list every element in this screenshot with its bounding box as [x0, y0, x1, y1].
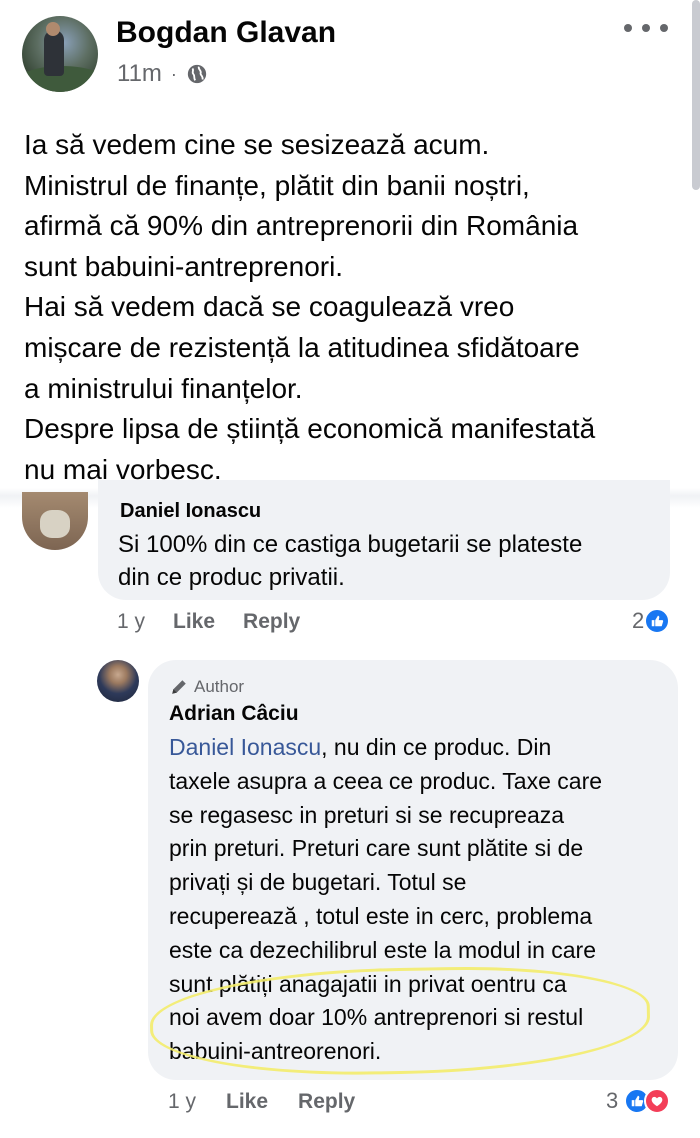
comment-line: din ce produc privatii.	[118, 564, 345, 591]
post-text: Ia să vedem cine se sesizează acum. Mini…	[24, 125, 694, 490]
more-options-icon[interactable]	[624, 20, 668, 36]
mention-link[interactable]: Daniel Ionascu	[169, 734, 321, 760]
commenter-avatar[interactable]	[22, 492, 88, 550]
reply-button[interactable]: Reply	[243, 610, 300, 634]
reply-actions: 1 y Like Reply	[168, 1090, 385, 1114]
post-line: Ministrul de finanțe, plătit din banii n…	[24, 169, 530, 201]
post-meta: 11m ·	[117, 60, 208, 88]
author-avatar[interactable]	[22, 16, 98, 92]
post-line: Ia să vedem cine se sesizează acum.	[24, 129, 490, 160]
reply-button[interactable]: Reply	[298, 1090, 355, 1114]
comment-line: Si 100% din ce castiga bugetarii se plat…	[118, 531, 583, 558]
reply-first-line-rest: , nu din ce produc. Din	[321, 734, 552, 760]
post-author-name[interactable]: Bogdan Glavan	[116, 16, 336, 50]
reply-reaction-summary[interactable]: 3	[606, 1088, 671, 1114]
post-line: Despre lipsa de știință economică manife…	[24, 413, 596, 445]
globe-icon[interactable]	[186, 63, 208, 85]
comment-time[interactable]: 1 y	[117, 610, 145, 634]
post-line: a ministrului finanțelor.	[24, 372, 303, 404]
comment-text: Si 100% din ce castiga bugetarii se plat…	[118, 528, 658, 594]
post-line: Hai să vedem dacă se coagulează vreo	[24, 291, 515, 323]
like-button[interactable]: Like	[173, 610, 215, 634]
post-time[interactable]: 11m	[117, 60, 162, 88]
reply-author-avatar[interactable]	[97, 660, 139, 702]
reply-time[interactable]: 1 y	[168, 1090, 196, 1114]
reply-line: privați și de bugetari. Totul se	[169, 869, 467, 896]
post-line: sunt babuini-antreprenori.	[24, 250, 344, 282]
reply-line: se regasesc in preturi si se recupreaza	[169, 801, 565, 828]
like-icon	[644, 608, 671, 634]
love-icon	[644, 1088, 671, 1114]
reply-line: taxele asupra a ceea ce produc. Taxe car…	[169, 767, 603, 794]
like-button[interactable]: Like	[226, 1090, 268, 1114]
reply-author-name[interactable]: Adrian Câciu	[169, 702, 299, 726]
post-header: Bogdan Glavan 11m ·	[0, 0, 700, 110]
meta-separator: ·	[170, 63, 177, 84]
reply-line: recuperează , totul este in cerc, proble…	[169, 902, 593, 929]
commenter-name[interactable]: Daniel Ionascu	[120, 500, 261, 518]
comment-actions: 1 y Like Reply	[117, 610, 328, 634]
reply-line: prin preturi. Preturi care sunt plătite …	[169, 835, 584, 862]
pen-icon	[172, 680, 186, 694]
post-line: mișcare de rezistență la atitudinea sfid…	[24, 331, 580, 363]
reaction-count: 2	[632, 608, 645, 633]
author-badge: Author	[170, 677, 244, 697]
reply-first-line: Daniel Ionascu, nu din ce produc. Din	[169, 731, 669, 765]
reply-line: este ca dezechilibrul este la modul in c…	[169, 936, 597, 963]
reaction-count: 3	[606, 1088, 619, 1113]
reaction-summary[interactable]: 2	[632, 608, 671, 634]
author-badge-label: Author	[194, 677, 245, 696]
post-line: afirmă că 90% din antreprenorii din Româ…	[24, 210, 579, 242]
